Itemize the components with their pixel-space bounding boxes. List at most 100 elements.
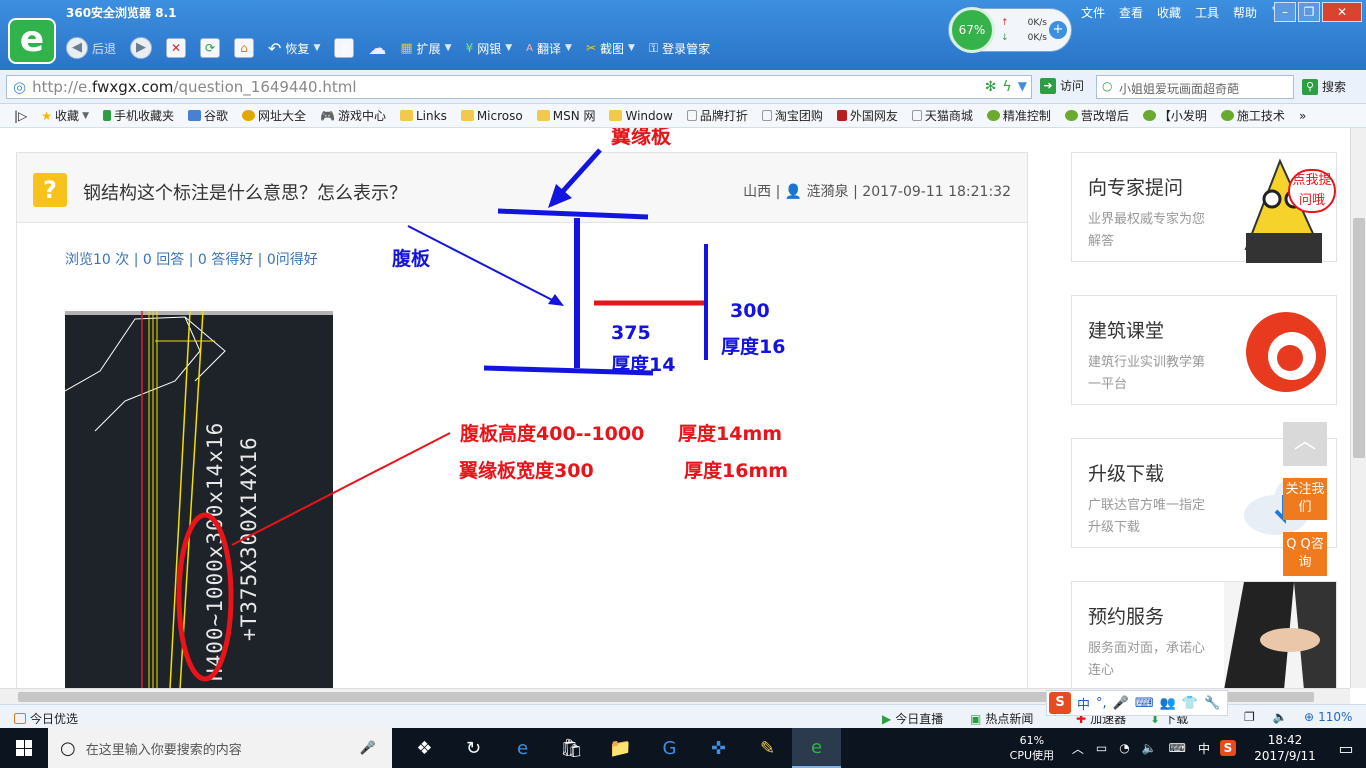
visit-button[interactable]: ➜ 访问 xyxy=(1040,77,1084,94)
search-button[interactable]: ⚲ 搜索 xyxy=(1302,78,1346,95)
url-input[interactable]: ◎ http://e.fwxgx.com/question_1649440.ht… xyxy=(6,75,1032,99)
volume-icon[interactable]: 🔈 xyxy=(1142,741,1157,755)
bookmark-url-directory[interactable]: 网址大全 xyxy=(242,107,306,124)
cpu-usage-widget[interactable]: 61% CPU使用 xyxy=(1002,733,1062,763)
hot-news-link[interactable]: ▣ 热点新闻 xyxy=(970,710,1033,727)
touch-keyboard-icon[interactable]: ⌨ xyxy=(1169,741,1186,755)
notification-center-icon[interactable]: ▭ xyxy=(1326,739,1366,758)
bookmarks-toggle-icon[interactable]: |▷ xyxy=(14,109,27,123)
bookmark-game-center[interactable]: 🎮 游戏中心 xyxy=(320,107,386,124)
vertical-scroll-thumb[interactable] xyxy=(1353,218,1365,458)
bookmark-precise-control[interactable]: 精准控制 xyxy=(986,107,1051,124)
refresh-icon: ⟳ xyxy=(200,38,221,58)
bookmark-favorites[interactable]: ★ 收藏 ▼ xyxy=(41,107,89,124)
microphone-icon[interactable]: 🎤 xyxy=(1113,696,1129,711)
menu-help[interactable]: 帮助 xyxy=(1233,4,1257,21)
360-browser-logo-icon[interactable]: e xyxy=(8,18,56,64)
show-hidden-icons-icon[interactable]: ︿ xyxy=(1072,740,1084,757)
more-bookmarks-icon[interactable]: » xyxy=(1299,109,1306,123)
home-button[interactable]: ⌂ xyxy=(230,35,258,61)
login-manager-button[interactable]: ⚿ 登录管家 xyxy=(645,35,714,61)
microphone-icon[interactable]: 🎤 xyxy=(360,741,376,756)
bookmark-mobile[interactable]: 手机收藏夹 xyxy=(102,107,174,124)
cloud-icon: ☁ xyxy=(368,37,387,59)
phone-button[interactable]: ▯ xyxy=(330,35,358,61)
today-live-link[interactable]: ▶ 今日直播 xyxy=(882,710,943,727)
cloud-button[interactable]: ☁ xyxy=(364,35,390,61)
clock[interactable]: 18:42 2017/9/11 xyxy=(1244,732,1326,764)
back-button[interactable]: ◀ 后退 xyxy=(62,35,120,61)
punctuation-icon[interactable]: °, xyxy=(1096,696,1107,711)
news-icon: ▣ xyxy=(970,711,982,726)
360-browser-taskbar-icon[interactable]: e xyxy=(792,728,841,768)
accelerate-plus-icon[interactable]: + xyxy=(1049,21,1067,39)
bookmark-taobao[interactable]: 淘宝团购 xyxy=(761,107,823,124)
file-explorer-icon[interactable]: 📁 xyxy=(596,728,645,768)
refresh-button[interactable]: ⟳ xyxy=(196,35,224,61)
glodon-g-icon[interactable]: G xyxy=(645,728,694,768)
menu-favorites[interactable]: 收藏 xyxy=(1157,4,1181,21)
bookmark-google[interactable]: 谷歌 xyxy=(188,107,228,124)
battery-icon[interactable]: ▭ xyxy=(1096,741,1107,755)
netbank-button[interactable]: ¥ 网银 ▼ xyxy=(462,35,517,61)
menu-tools[interactable]: 工具 xyxy=(1195,4,1219,21)
search-input[interactable]: ○ 小姐姐爱玩画面超奇葩 xyxy=(1096,75,1294,99)
teamviewer-icon[interactable]: ✜ xyxy=(694,728,743,768)
ime-toolbar[interactable]: S 中 °, 🎤 ⌨ 👥 👕 🔧 xyxy=(1046,690,1228,716)
qq-consult-button[interactable]: Q Q咨询 xyxy=(1283,532,1327,576)
page-icon xyxy=(761,110,772,121)
screenshot-button[interactable]: ✂ 截图 ▼ xyxy=(582,35,639,61)
store-icon[interactable]: 🛍 xyxy=(547,728,596,768)
taskbar-search-input[interactable]: ○ 在这里输入你要搜索的内容 🎤 xyxy=(48,728,392,768)
menu-view[interactable]: 查看 xyxy=(1119,4,1143,21)
ime-mode[interactable]: 中 xyxy=(1198,740,1210,757)
ad-appointment-service[interactable]: 预约服务 服务面对面，承诺心连心 xyxy=(1071,581,1337,688)
translate-button[interactable]: A 翻译 ▼ xyxy=(522,35,576,61)
keyboard-icon[interactable]: ⌨ xyxy=(1135,696,1154,711)
task-view-icon[interactable]: ❖ xyxy=(400,728,449,768)
bookmark-microsoft[interactable]: Microso xyxy=(460,109,523,123)
follow-us-button[interactable]: 关注我们 xyxy=(1283,478,1327,520)
back-to-top-button[interactable]: ︿ xyxy=(1283,422,1327,466)
bookmark-invention[interactable]: 【小发明 xyxy=(1142,107,1207,124)
bookmark-brand-discount[interactable]: 品牌打折 xyxy=(686,107,748,124)
vertical-scrollbar[interactable] xyxy=(1350,128,1366,688)
menu-file[interactable]: 文件 xyxy=(1081,4,1105,21)
wifi-icon[interactable]: ◔ xyxy=(1119,741,1129,755)
chat-bubble-icon xyxy=(1142,110,1156,121)
notes-app-icon[interactable]: ✎ xyxy=(743,728,792,768)
dropdown-arrow-icon[interactable]: ▼ xyxy=(1018,79,1027,95)
ime-language[interactable]: 中 xyxy=(1077,694,1090,713)
bookmark-windows[interactable]: Window xyxy=(609,109,673,123)
ask-me-badge[interactable]: 点我提问哦 xyxy=(1288,169,1336,213)
speaker-icon[interactable]: 🔈 xyxy=(1273,710,1288,724)
performance-widget[interactable]: 67% ↑ 0K/s ↓ 0K/s + xyxy=(948,7,1072,53)
skin-shirt-icon[interactable]: 👕 xyxy=(1182,696,1198,711)
down-arrow-icon: ↓ xyxy=(1001,33,1009,43)
start-button[interactable] xyxy=(0,728,48,768)
bookmark-construction-tech[interactable]: 施工技术 xyxy=(1220,107,1285,124)
edge-icon[interactable]: e xyxy=(498,728,547,768)
forward-button[interactable]: ▶ xyxy=(126,35,156,61)
browser-swirl-icon[interactable]: ↻ xyxy=(449,728,498,768)
bookmark-msn[interactable]: MSN 网 xyxy=(536,107,595,124)
sogou-tray-icon[interactable]: S xyxy=(1220,740,1236,756)
maximize-button[interactable]: ❐ xyxy=(1298,2,1320,22)
close-button[interactable]: ✕ xyxy=(1322,2,1362,22)
bookmark-foreign-netizens[interactable]: 外国网友 xyxy=(836,107,898,124)
ad-building-class[interactable]: 建筑课堂 建筑行业实训教学第一平台 xyxy=(1071,295,1337,405)
minimize-button[interactable]: – xyxy=(1274,2,1296,22)
extend-button[interactable]: ▦ 扩展 ▼ xyxy=(396,35,455,61)
bookmark-tmall[interactable]: 天猫商城 xyxy=(911,107,973,124)
bookmark-links[interactable]: Links xyxy=(400,109,447,123)
today-picks-link[interactable]: 今日优选 xyxy=(14,710,78,727)
stop-button[interactable]: ✕ xyxy=(162,35,190,61)
window-icon[interactable]: ❐ xyxy=(1244,710,1255,724)
lightning-icon[interactable]: ϟ xyxy=(1003,79,1012,95)
zoom-level[interactable]: ⊕ 110% xyxy=(1304,710,1352,724)
ad-ask-expert[interactable]: 向专家提问 业界最权威专家为您解答 点我提问哦 xyxy=(1071,152,1337,263)
restore-button[interactable]: ↶ 恢复 ▼ xyxy=(264,35,324,61)
bookmark-vat-reform[interactable]: 营改增后 xyxy=(1064,107,1129,124)
user-group-icon[interactable]: 👥 xyxy=(1160,696,1176,711)
wrench-icon[interactable]: 🔧 xyxy=(1204,696,1220,711)
